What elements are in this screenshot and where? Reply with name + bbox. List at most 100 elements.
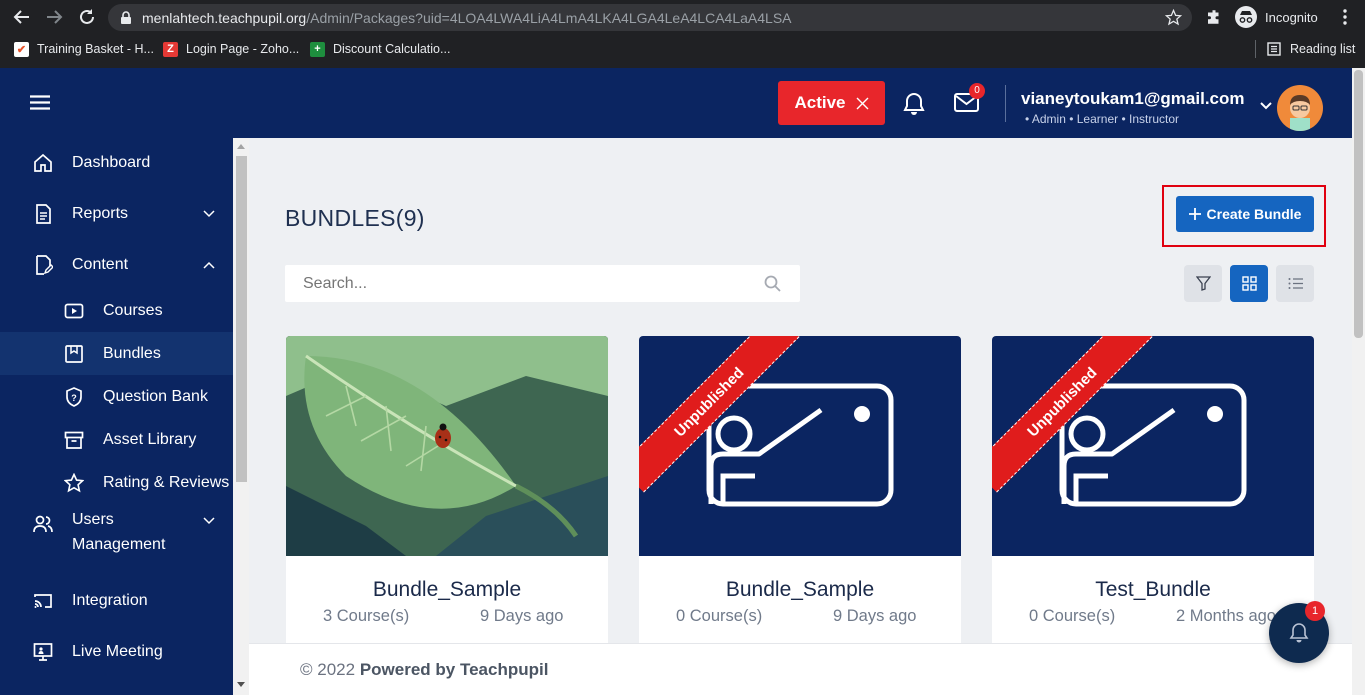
hamburger-menu-button[interactable]	[30, 95, 50, 110]
status-toggle-button[interactable]: Active	[778, 81, 885, 125]
search-field[interactable]	[285, 265, 800, 302]
filter-button[interactable]	[1184, 265, 1222, 302]
bell-icon	[1289, 623, 1309, 643]
reload-icon	[80, 9, 94, 24]
menu-dots-icon[interactable]	[1342, 9, 1348, 25]
bundle-card[interactable]: Unpublished Test_Bundle 0 Course(s) 2 Mo…	[992, 336, 1314, 656]
page-scrollbar[interactable]	[1352, 68, 1365, 695]
search-icon[interactable]	[764, 275, 781, 292]
chevron-up-icon	[203, 261, 215, 269]
bundle-course-count: 0 Course(s)	[1029, 607, 1116, 625]
url-text: menlahtech.teachpupil.org/Admin/Packages…	[142, 10, 792, 26]
bookmark-training-basket[interactable]: ✔ Training Basket - H...	[14, 40, 154, 58]
sidebar-item-dashboard[interactable]: Dashboard	[0, 148, 233, 178]
sidebar-item-rating-reviews[interactable]: Rating & Reviews	[0, 471, 233, 494]
search-input[interactable]	[285, 265, 755, 302]
messages-button[interactable]: 0	[954, 83, 985, 117]
list-icon	[1288, 278, 1303, 289]
checkmark-icon: ✔	[14, 41, 29, 57]
bundle-title[interactable]: Test_Bundle	[992, 578, 1314, 602]
bundle-thumbnail	[286, 336, 608, 556]
bundle-age: 9 Days ago	[480, 607, 564, 625]
reading-list-icon	[1267, 42, 1281, 56]
sidebar-item-courses[interactable]: Courses	[0, 299, 233, 322]
sidebar: Dashboard Reports Content Courses Bundle…	[0, 138, 233, 695]
chevron-down-icon	[203, 210, 215, 218]
sidebar-item-question-bank[interactable]: ? Question Bank	[0, 385, 233, 408]
bookmark-login-page[interactable]: Z Login Page - Zoho...	[163, 40, 299, 58]
sidebar-item-content[interactable]: Content	[0, 250, 233, 280]
filter-icon	[1195, 276, 1211, 291]
main-content: BUNDLES(9) Create Bundle Search... Bundl…	[249, 138, 1352, 695]
sidebar-item-reports[interactable]: Reports	[0, 199, 233, 229]
bundle-title[interactable]: Bundle_Sample	[286, 578, 608, 602]
bundle-card[interactable]: Bundle_Sample 3 Course(s) 9 Days ago	[286, 336, 608, 656]
bundle-card[interactable]: Unpublished Bundle_Sample 0 Course(s) 9 …	[639, 336, 961, 656]
grid-icon	[1241, 276, 1257, 291]
back-button[interactable]	[10, 5, 34, 29]
mail-badge: 0	[969, 83, 985, 99]
bundle-age: 9 Days ago	[833, 607, 917, 625]
shield-question-icon: ?	[66, 386, 82, 407]
lock-icon	[121, 11, 131, 24]
bundle-thumbnail: Unpublished	[639, 336, 961, 556]
user-roles: • Admin • Learner • Instructor	[1025, 112, 1180, 126]
bundle-title[interactable]: Bundle_Sample	[639, 578, 961, 602]
bundle-thumbnail: Unpublished	[992, 336, 1314, 556]
home-icon	[34, 153, 52, 172]
star-icon[interactable]	[1165, 9, 1182, 26]
list-view-button[interactable]	[1276, 265, 1314, 302]
scroll-up-icon	[237, 144, 245, 149]
divider	[1005, 85, 1006, 122]
video-icon	[64, 303, 84, 318]
zoho-icon: Z	[163, 41, 178, 57]
footer-text: © 2022 Powered by Teachpupil	[300, 660, 549, 679]
page-title: BUNDLES(9)	[285, 205, 425, 231]
top-bar: Active 0 vianeytoukam1@gmail.com • Admin…	[0, 68, 1352, 138]
forward-button[interactable]	[42, 5, 66, 29]
arrow-left-icon	[13, 10, 29, 24]
app: Active 0 vianeytoukam1@gmail.com • Admin…	[0, 68, 1365, 695]
package-icon	[65, 344, 83, 363]
user-email: vianeytoukam1@gmail.com	[1021, 89, 1245, 108]
sidebar-scrollbar[interactable]	[233, 138, 249, 695]
sidebar-item-bundles[interactable]: Bundles	[0, 332, 233, 375]
floating-notification-button[interactable]: 1	[1269, 601, 1329, 663]
archive-icon	[64, 431, 84, 449]
presentation-icon	[33, 643, 53, 661]
browser-chrome: menlahtech.teachpupil.org/Admin/Packages…	[0, 0, 1365, 68]
notifications-button[interactable]	[903, 92, 925, 121]
profile-label: Incognito	[1265, 9, 1318, 25]
scrollbar-thumb[interactable]	[236, 156, 247, 482]
plus-icon	[1188, 208, 1201, 220]
cast-icon	[34, 594, 52, 608]
arrow-right-icon	[47, 10, 63, 24]
bookmark-discount-calculator[interactable]: + Discount Calculatio...	[310, 40, 450, 58]
svg-text:?: ?	[71, 393, 77, 403]
edit-document-icon	[36, 255, 53, 275]
extensions-icon[interactable]	[1205, 8, 1223, 26]
hamburger-icon	[30, 95, 50, 110]
sidebar-item-live-meeting[interactable]: Live Meeting	[0, 637, 233, 667]
grid-view-button[interactable]	[1230, 265, 1268, 302]
create-bundle-button[interactable]: Create Bundle	[1176, 196, 1314, 232]
document-icon	[36, 204, 51, 224]
avatar[interactable]	[1277, 85, 1323, 131]
close-icon	[856, 97, 869, 109]
sidebar-item-users-management[interactable]: Users Management	[0, 509, 233, 565]
footer: © 2022 Powered by Teachpupil	[249, 643, 1352, 695]
scrollbar-thumb[interactable]	[1354, 70, 1363, 338]
reload-button[interactable]	[75, 5, 99, 29]
sheets-icon: +	[310, 41, 325, 57]
incognito-icon	[1235, 6, 1257, 28]
notification-badge: 1	[1305, 601, 1325, 621]
divider	[1255, 40, 1256, 58]
address-bar[interactable]: menlahtech.teachpupil.org/Admin/Packages…	[108, 4, 1192, 31]
reading-list-button[interactable]: Reading list	[1267, 40, 1355, 58]
chevron-down-icon[interactable]	[1260, 102, 1272, 110]
sidebar-item-integration[interactable]: Integration	[0, 586, 233, 616]
sidebar-item-asset-library[interactable]: Asset Library	[0, 428, 233, 451]
chevron-down-icon	[203, 517, 215, 525]
bundle-course-count: 3 Course(s)	[323, 607, 410, 625]
incognito-indicator[interactable]: Incognito	[1235, 5, 1330, 29]
